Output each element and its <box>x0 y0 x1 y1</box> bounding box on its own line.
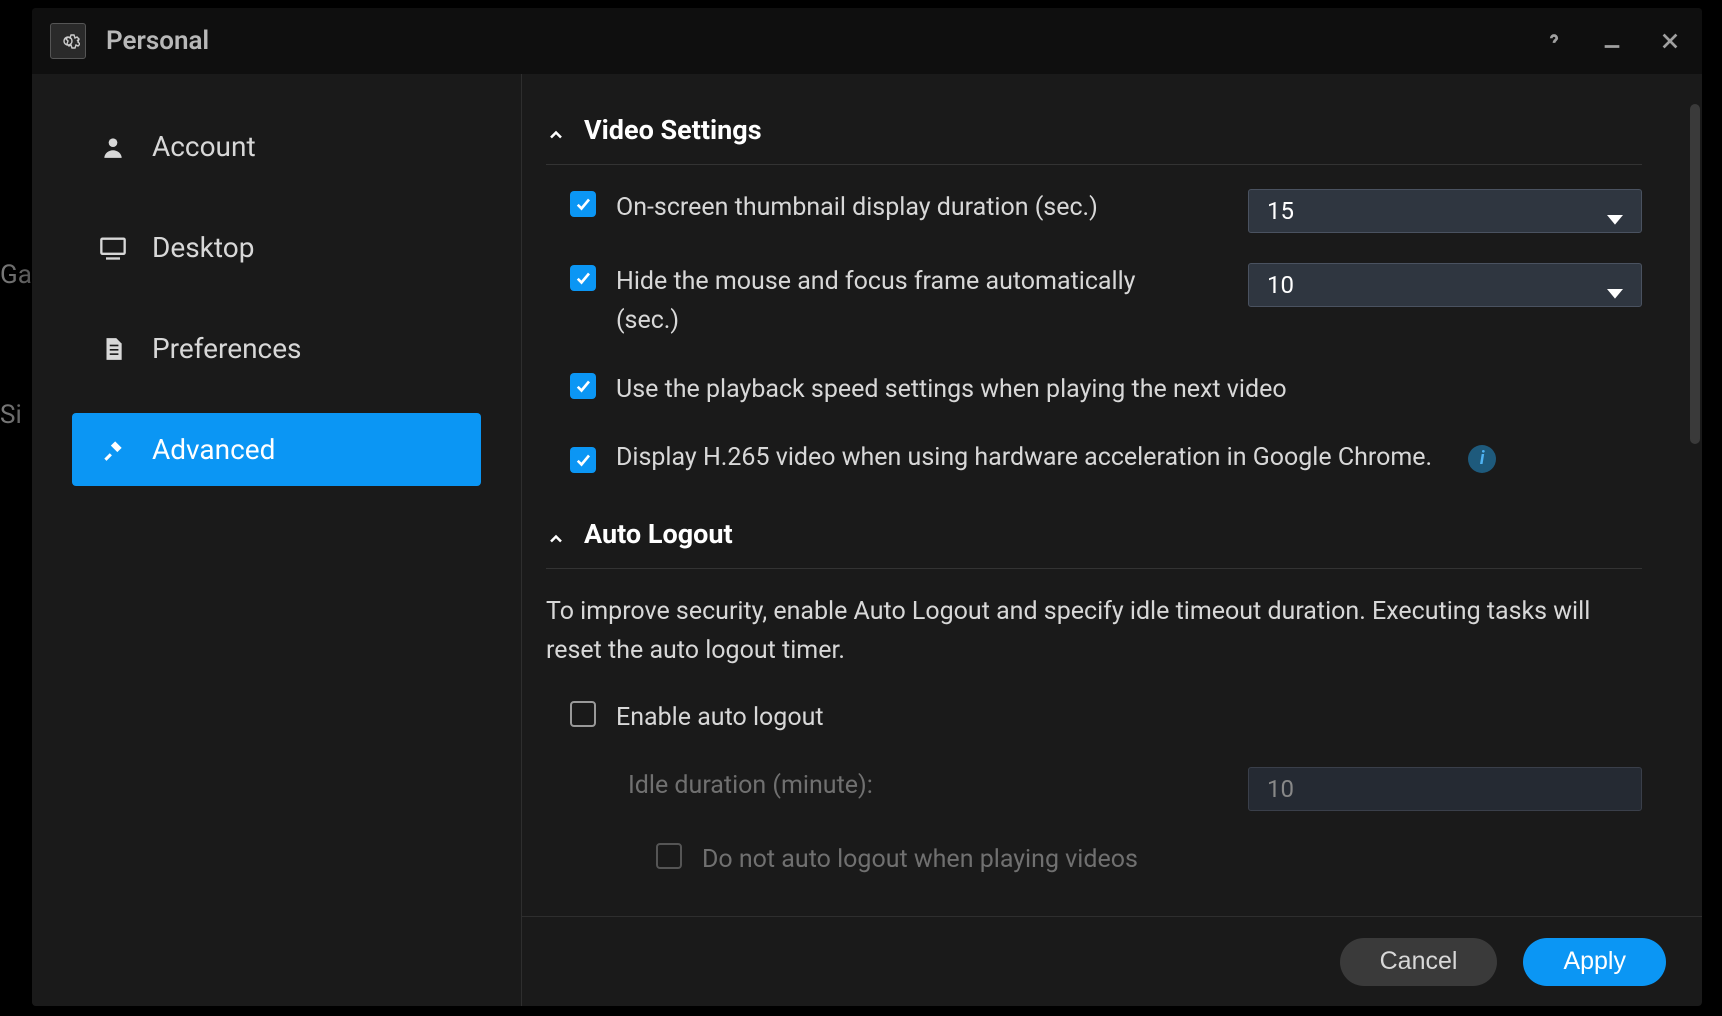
thumbnail-select[interactable]: 15 <box>1248 189 1642 233</box>
select-value: 15 <box>1267 197 1607 225</box>
titlebar: Personal <box>32 8 1702 74</box>
sidebar-item-label: Account <box>152 130 256 163</box>
hide-mouse-label: Hide the mouse and focus frame automatic… <box>616 263 1156 341</box>
sidebar-item-desktop[interactable]: Desktop <box>72 211 481 284</box>
section-title: Video Settings <box>584 114 762 146</box>
hide-mouse-select[interactable]: 10 <box>1248 263 1642 307</box>
footer: Cancel Apply <box>522 916 1702 1006</box>
idle-duration-input: 10 <box>1248 767 1642 811</box>
sidebar-item-advanced[interactable]: Advanced <box>72 413 481 486</box>
hide-mouse-checkbox[interactable] <box>570 265 596 291</box>
select-value: 10 <box>1267 271 1607 299</box>
settings-window: Personal Account <box>32 8 1702 1006</box>
caret-down-icon <box>1607 277 1623 293</box>
sidebar-item-label: Desktop <box>152 231 254 264</box>
sidebar-item-preferences[interactable]: Preferences <box>72 312 481 385</box>
sidebar-item-label: Advanced <box>152 433 275 466</box>
section-video-header[interactable]: Video Settings <box>546 104 1642 165</box>
caret-down-icon <box>1607 203 1623 219</box>
input-value: 10 <box>1267 775 1294 803</box>
sidebar-item-account[interactable]: Account <box>72 110 481 183</box>
document-icon <box>98 334 128 364</box>
chevron-up-icon <box>546 120 566 140</box>
section-title: Auto Logout <box>584 518 733 550</box>
thumbnail-label: On-screen thumbnail display duration (se… <box>616 189 1098 228</box>
scrollbar[interactable] <box>1690 104 1700 444</box>
minimize-button[interactable] <box>1598 27 1626 55</box>
sidebar-item-label: Preferences <box>152 332 302 365</box>
person-icon <box>98 132 128 162</box>
bg-text: Ga <box>0 260 32 290</box>
auto-logout-description: To improve security, enable Auto Logout … <box>546 593 1642 671</box>
monitor-icon <box>98 233 128 263</box>
apply-button[interactable]: Apply <box>1523 938 1666 986</box>
playback-speed-label: Use the playback speed settings when pla… <box>616 371 1287 410</box>
window-title: Personal <box>106 26 1520 56</box>
section-auto-logout-header[interactable]: Auto Logout <box>546 508 1642 569</box>
h265-label: Display H.265 video when using hardware … <box>616 439 1432 478</box>
h265-checkbox[interactable] <box>570 447 596 473</box>
info-icon[interactable]: i <box>1468 445 1496 473</box>
close-button[interactable] <box>1656 27 1684 55</box>
gear-icon <box>50 23 86 59</box>
tools-icon <box>98 435 128 465</box>
no-logout-playing-label: Do not auto logout when playing videos <box>702 841 1138 880</box>
enable-auto-logout-label: Enable auto logout <box>616 699 824 738</box>
no-logout-playing-checkbox <box>656 843 682 869</box>
chevron-up-icon <box>546 524 566 544</box>
thumbnail-checkbox[interactable] <box>570 191 596 217</box>
enable-auto-logout-checkbox[interactable] <box>570 701 596 727</box>
bg-text: Si <box>0 400 22 430</box>
sidebar: Account Desktop Preferences Advanced <box>32 74 522 1006</box>
playback-speed-checkbox[interactable] <box>570 373 596 399</box>
content-scroll: Video Settings On-screen thumbnail displ… <box>522 74 1702 916</box>
cancel-button[interactable]: Cancel <box>1340 938 1498 986</box>
help-button[interactable] <box>1540 27 1568 55</box>
idle-duration-label: Idle duration (minute): <box>628 767 873 806</box>
window-controls <box>1540 27 1684 55</box>
